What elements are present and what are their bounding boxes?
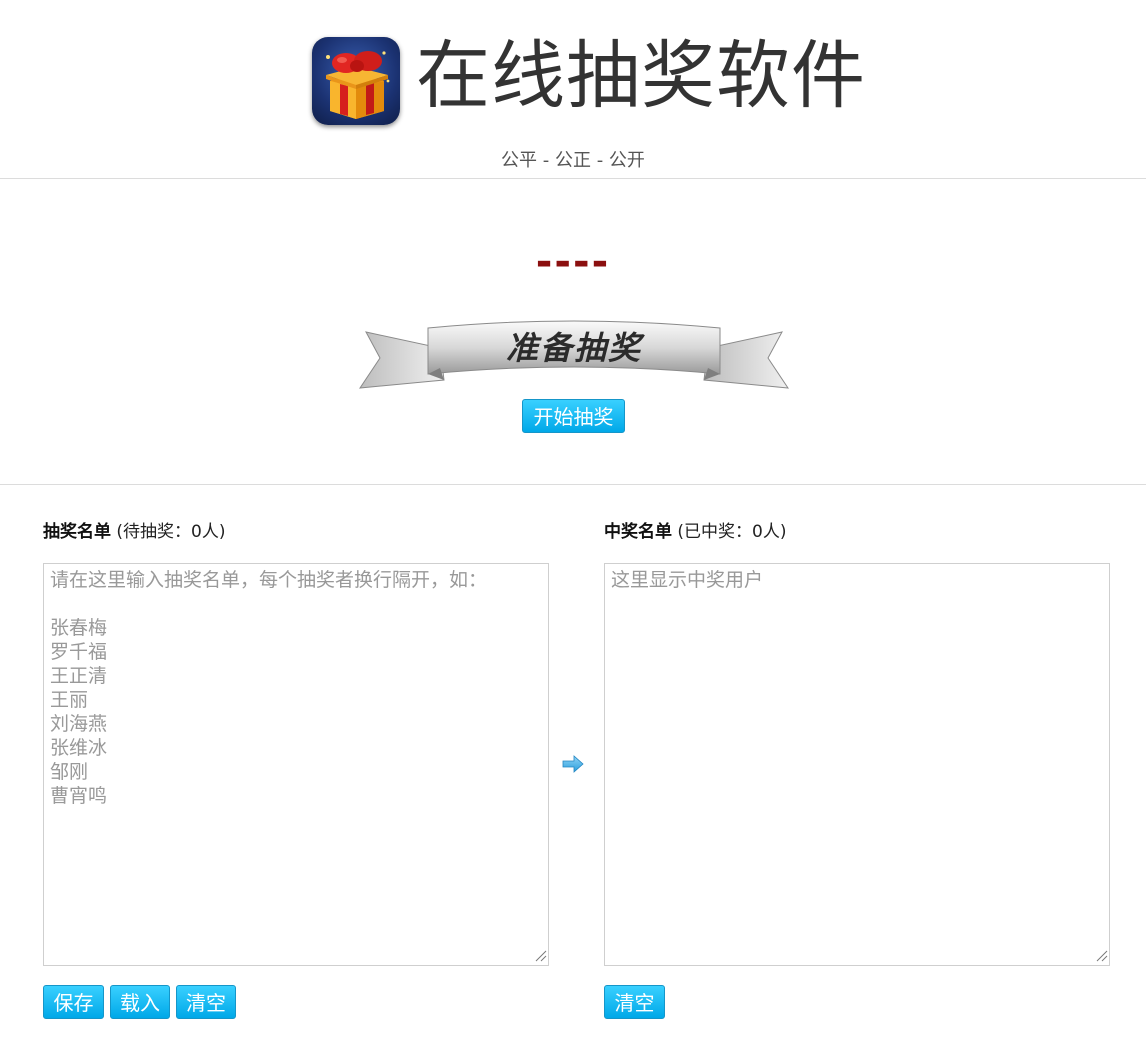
page: 在线抽奖软件 公平 - 公正 - 公开 ---- 准备抽奖 开始抽奖 抽奖名单 …: [0, 0, 1146, 1037]
participants-heading: 抽奖名单 (待抽奖：0人): [43, 520, 226, 544]
winners-count: (已中奖：0人): [677, 522, 787, 542]
gift-box-icon: [312, 37, 400, 125]
clear-winners-button[interactable]: 清空: [604, 985, 665, 1019]
load-list-button[interactable]: 载入: [110, 985, 170, 1019]
draw-result-display: ----: [535, 239, 611, 285]
winners-heading: 中奖名单 (已中奖：0人): [604, 520, 787, 544]
header-divider: [0, 178, 1146, 179]
header: 在线抽奖软件 公平 - 公正 - 公开: [0, 0, 1146, 178]
banner-label: 准备抽奖: [505, 329, 642, 367]
resize-grip-icon[interactable]: [535, 950, 547, 962]
participants-input[interactable]: 请在这里输入抽奖名单，每个抽奖者换行隔开，如： 张春梅 罗千福 王正清 王丽 刘…: [43, 563, 549, 966]
winners-output[interactable]: 这里显示中奖用户: [604, 563, 1110, 966]
section-divider: [0, 484, 1146, 485]
winners-title: 中奖名单: [604, 522, 672, 542]
ready-banner: 准备抽奖: [358, 318, 790, 396]
save-list-button[interactable]: 保存: [43, 985, 104, 1019]
clear-participants-button[interactable]: 清空: [176, 985, 236, 1019]
app-title: 在线抽奖软件: [416, 33, 866, 119]
start-draw-button[interactable]: 开始抽奖: [522, 399, 625, 433]
participants-title: 抽奖名单: [43, 522, 111, 542]
participants-count: (待抽奖：0人): [116, 522, 226, 542]
tagline: 公平 - 公正 - 公开: [501, 150, 645, 171]
arrow-right-icon: [562, 755, 584, 773]
resize-grip-icon[interactable]: [1096, 950, 1108, 962]
